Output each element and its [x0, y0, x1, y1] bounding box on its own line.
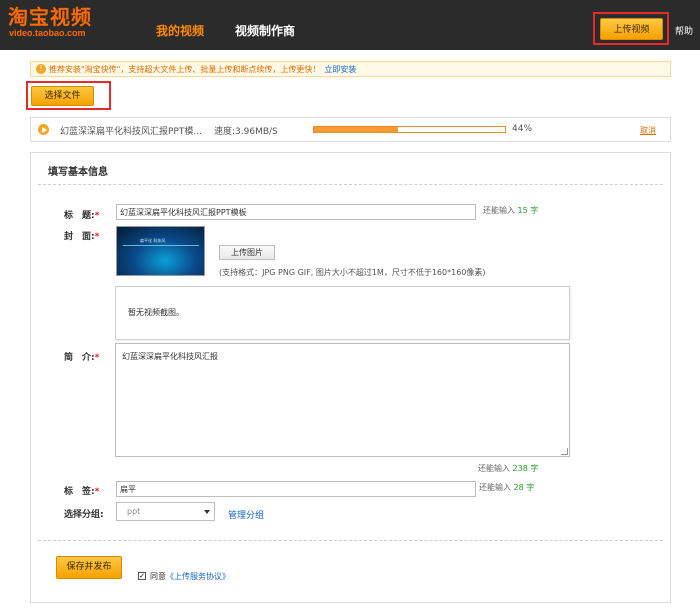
required-mark: *: [94, 232, 100, 242]
help-link[interactable]: 帮助: [675, 24, 693, 37]
panel-title: 填写基本信息: [48, 167, 108, 178]
required-mark: *: [94, 353, 100, 363]
manage-groups-link[interactable]: 管理分组: [228, 508, 264, 521]
cover-format-hint: (支持格式：JPG PNG GIF, 图片大小不超过1M，尺寸不低于160*16…: [219, 268, 486, 277]
resize-handle-icon[interactable]: [561, 448, 568, 455]
top-header: 淘宝视频 video.taobao.com 我的视频 视频制作商 上传视频 帮助: [0, 0, 700, 50]
intro-hint-prefix: 还能输入: [478, 464, 510, 473]
intro-textarea[interactable]: 幻蓝深深扁平化科技风汇报: [115, 343, 570, 457]
info-icon: !: [36, 64, 46, 74]
save-publish-button[interactable]: 保存并发布: [56, 556, 122, 579]
agree-text: 同意: [150, 572, 166, 581]
nav-video-producers[interactable]: 视频制作商: [235, 22, 295, 39]
required-mark: *: [94, 211, 100, 221]
upload-percent: 44%: [512, 124, 533, 134]
title-hint-prefix: 还能输入: [483, 206, 515, 215]
upload-file-name: 幻蓝深深扁平化科技风汇报PPT模...: [60, 127, 202, 137]
upload-progress-bar: [313, 126, 506, 133]
agree-checkbox[interactable]: ✓: [138, 572, 146, 580]
logo-domain: video.taobao.com: [9, 28, 86, 38]
logo-title[interactable]: 淘宝视频: [8, 5, 92, 29]
play-icon: [38, 124, 49, 135]
nav-my-videos[interactable]: 我的视频: [156, 22, 204, 39]
upload-video-button[interactable]: 上传视频: [600, 18, 663, 40]
upload-image-button[interactable]: 上传图片: [219, 245, 275, 260]
tags-hint-suffix: 字: [526, 483, 535, 492]
title-input[interactable]: 幻蓝深深扁平化科技风汇报PPT模板: [116, 204, 476, 220]
title-label: 标 题:: [64, 211, 95, 221]
cover-thumbnail[interactable]: 扁平化 科技风: [116, 226, 205, 276]
intro-hint-suffix: 字: [530, 464, 539, 473]
install-notice: ! 推荐安装"淘宝快传"，支持超大文件上传、批量上传和断点续传，上传更快！ 立即安…: [30, 61, 671, 77]
panel-divider-top: [38, 184, 663, 185]
cover-label: 封 面:: [64, 232, 95, 242]
intro-label: 简 介:: [64, 353, 95, 363]
select-file-button[interactable]: 选择文件: [31, 86, 94, 106]
tags-remaining-count: 28: [513, 483, 524, 492]
chevron-down-icon: [204, 510, 210, 514]
notice-text: 推荐安装"淘宝快传"，支持超大文件上传、批量上传和断点续传，上传更快！: [49, 65, 321, 74]
install-now-link[interactable]: 立即安装: [324, 65, 356, 74]
service-agreement-link[interactable]: 《上传服务协议》: [166, 572, 230, 581]
panel-divider-bottom: [38, 540, 663, 541]
basic-info-panel: 填写基本信息 标 题:* 幻蓝深深扁平化科技风汇报PPT模板 还能输入 15 字…: [30, 152, 671, 603]
group-selected-value: ppt: [127, 507, 141, 516]
tags-hint-prefix: 还能输入: [479, 483, 511, 492]
tags-label: 标 签:: [64, 487, 95, 497]
group-label: 选择分组:: [64, 510, 104, 520]
upload-item-row: 幻蓝深深扁平化科技风汇报PPT模... 速度:3.96MB/S 44% 取消: [30, 117, 671, 142]
upload-speed: 速度:3.96MB/S: [214, 127, 278, 137]
cancel-upload-link[interactable]: 取消: [640, 125, 656, 136]
thumbnail-caption: 扁平化 科技风: [140, 238, 166, 243]
title-hint-suffix: 字: [530, 206, 539, 215]
tags-input[interactable]: 扁平: [116, 481, 476, 497]
required-mark: *: [94, 487, 100, 497]
title-remaining-count: 15: [517, 206, 528, 215]
video-snapshot-box: 暂无视频截图。: [115, 286, 570, 340]
thumbnail-graphic: [123, 245, 199, 246]
group-select[interactable]: ppt: [116, 502, 215, 521]
snapshot-empty-text: 暂无视频截图。: [128, 308, 184, 317]
intro-text: 幻蓝深深扁平化科技风汇报: [122, 352, 218, 361]
upload-progress-fill: [314, 127, 399, 132]
intro-remaining-count: 238: [512, 464, 528, 473]
